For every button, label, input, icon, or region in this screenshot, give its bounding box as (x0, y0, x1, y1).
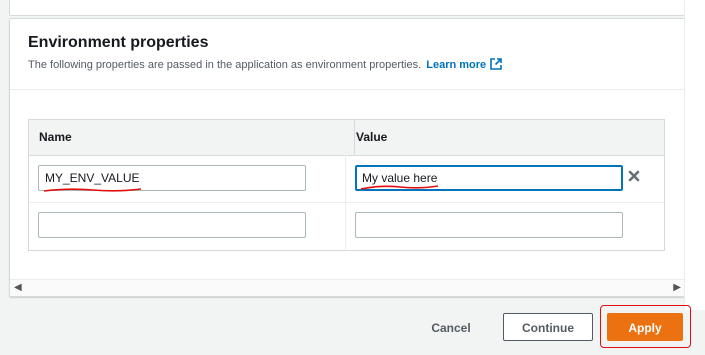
close-icon[interactable] (627, 169, 641, 183)
right-edge-panel (684, 0, 705, 310)
section-title: Environment properties (28, 34, 209, 51)
cancel-button[interactable]: Cancel (418, 313, 484, 341)
section-description: The following properties are passed in t… (28, 58, 502, 73)
value-annotation-underline (360, 185, 439, 190)
learn-more-link[interactable]: Learn more (426, 58, 502, 73)
table-header: Name Value (29, 120, 664, 156)
learn-more-label: Learn more (426, 59, 487, 71)
section-divider (10, 89, 685, 90)
section-header: Environment properties The following pro… (28, 34, 502, 73)
environment-properties-panel: Environment properties The following pro… (9, 18, 686, 297)
chevron-left-icon[interactable]: ◀ (14, 282, 22, 293)
external-link-icon (490, 58, 502, 73)
row-divider (29, 202, 664, 203)
description-text: The following properties are passed in t… (28, 59, 422, 71)
column-header-name: Name (29, 120, 355, 155)
env-name-input-empty[interactable] (38, 212, 306, 238)
env-properties-table: Name Value (28, 119, 665, 251)
env-value-input-empty[interactable] (355, 212, 623, 238)
horizontal-scrollbar[interactable]: ◀ ▶ (10, 279, 685, 296)
previous-section-card (9, 0, 686, 16)
apply-annotation-highlight (600, 305, 691, 348)
continue-button[interactable]: Continue (503, 313, 593, 341)
column-header-value: Value (356, 130, 388, 144)
name-annotation-underline (43, 188, 142, 192)
chevron-right-icon[interactable]: ▶ (673, 282, 681, 293)
